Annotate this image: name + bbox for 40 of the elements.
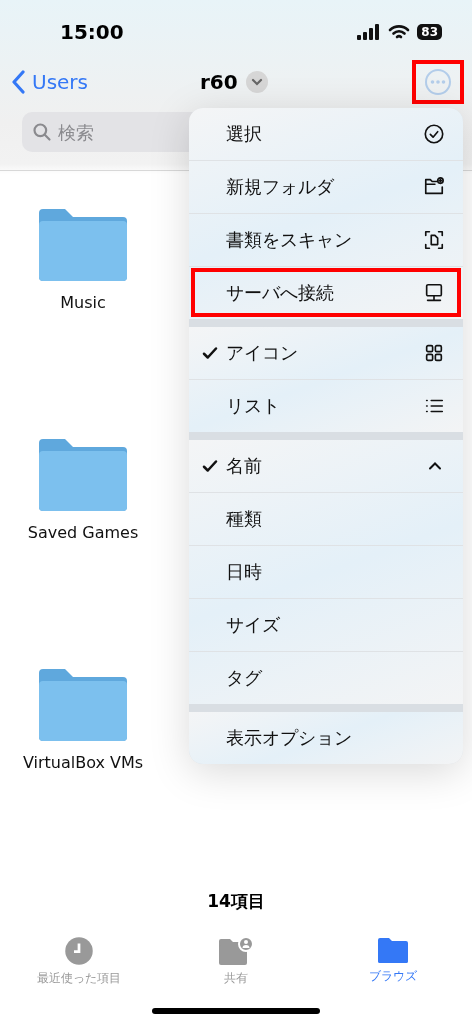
clock-icon [63, 936, 94, 966]
grid-icon [423, 342, 445, 364]
folder-icon[interactable] [37, 209, 129, 281]
checkmark-icon [201, 457, 219, 475]
menu-item[interactable]: アイコン [189, 327, 463, 379]
menu-item[interactable]: 選択 [189, 108, 463, 160]
battery-level: 83 [417, 24, 442, 40]
menu-item[interactable]: サーバへ接続 [189, 266, 463, 319]
item-count: 14項目 [207, 891, 265, 911]
folder-icon[interactable] [37, 669, 129, 741]
menu-item[interactable]: 表示オプション [189, 712, 463, 764]
menu-item[interactable]: タグ [189, 651, 463, 704]
menu-item[interactable]: 名前 [189, 440, 463, 492]
tab-bar-item[interactable]: ブラウズ [314, 936, 472, 987]
back-link[interactable]: Users [12, 70, 162, 94]
folder-icon[interactable] [37, 439, 129, 511]
menu-item[interactable]: サイズ [189, 598, 463, 651]
menu-item[interactable]: 日時 [189, 545, 463, 598]
checkmark-circle-icon [423, 123, 445, 145]
chevron-left-icon [12, 70, 26, 94]
title-menu-button[interactable] [245, 71, 268, 93]
more-icon [424, 68, 452, 96]
folder-name: Music [60, 293, 106, 312]
more-button[interactable] [412, 60, 464, 104]
monitor-icon [423, 282, 445, 304]
document-scan-icon [423, 229, 445, 251]
menu-item[interactable]: 新規フォルダ [189, 160, 463, 213]
folder-icon [377, 936, 410, 964]
menu-item[interactable]: リスト [189, 379, 463, 432]
menu-item[interactable]: 書類をスキャン [189, 213, 463, 266]
folder-name: Saved Games [27, 523, 139, 542]
menu-item[interactable]: 種類 [189, 492, 463, 545]
folder-title: r60 [200, 70, 238, 94]
shared-folder-icon [218, 936, 254, 966]
checkmark-icon [201, 344, 219, 362]
wifi-icon [388, 24, 411, 40]
status-time: 15:00 [60, 20, 124, 44]
chevron-down-icon [250, 78, 263, 86]
signal-icon [357, 24, 382, 40]
folder-name: VirtualBox VMs [22, 753, 144, 772]
